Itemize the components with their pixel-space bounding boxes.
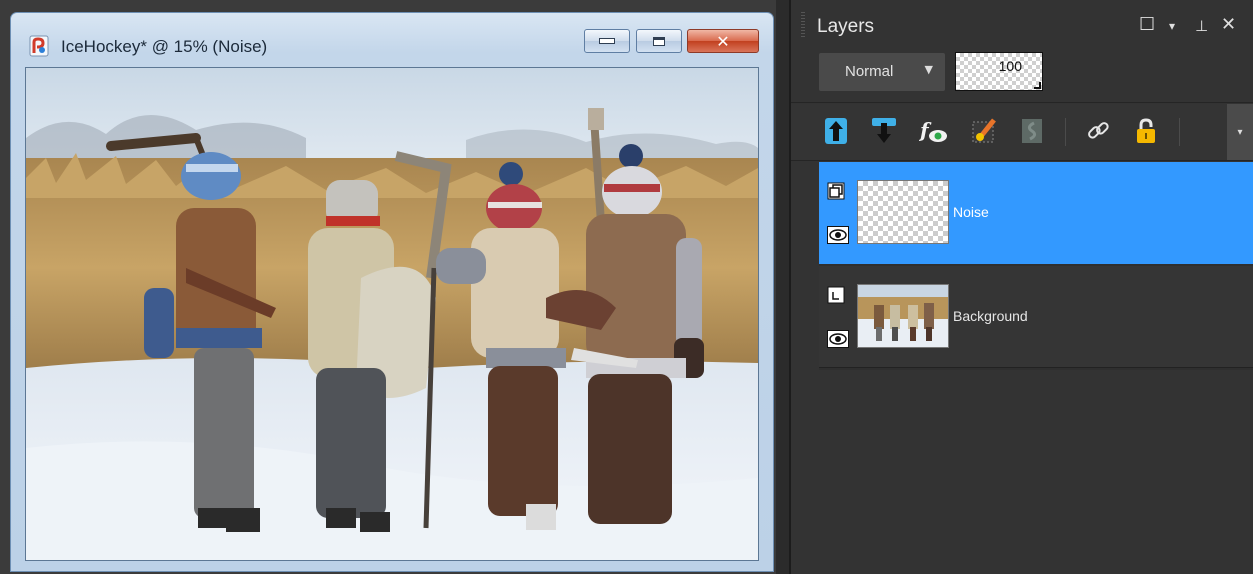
blend-mode-value: Normal — [845, 63, 894, 80]
layer-effects-icon[interactable]: f — [919, 116, 949, 146]
lock-icon[interactable] — [1131, 116, 1161, 146]
minimize-button[interactable] — [584, 29, 630, 53]
layer-name: Background — [953, 308, 1028, 324]
paintshop-app-icon — [29, 35, 49, 57]
raster-layer-icon — [827, 182, 845, 200]
layer-row-background[interactable]: Background — [819, 266, 1253, 368]
layer-row-noise[interactable]: Noise — [819, 162, 1253, 264]
layers-palette: Layers ☐ ▾ ⊥ ✕ Normal ▼ 100 f ▾ Noise Ba… — [791, 0, 1253, 574]
document-window: IceHockey* @ 15% (Noise) ✕ — [10, 12, 774, 572]
opacity-slider-handle[interactable] — [1034, 82, 1041, 89]
separator — [791, 160, 1253, 161]
document-title: IceHockey* @ 15% (Noise) — [61, 37, 268, 56]
close-icon: ✕ — [716, 31, 730, 51]
menu-arrow-icon[interactable]: ▾ — [1169, 19, 1175, 33]
restore-icon[interactable]: ☐ — [1139, 14, 1155, 35]
opacity-field[interactable]: 100 — [955, 52, 1043, 91]
separator — [791, 102, 1253, 103]
dropdown-arrow-icon: ▼ — [924, 63, 933, 76]
link-icon[interactable] — [1083, 116, 1113, 146]
mask-icon[interactable] — [1017, 116, 1047, 146]
document-titlebar[interactable]: IceHockey* @ 15% (Noise) ✕ — [11, 13, 773, 71]
move-layer-up-icon[interactable] — [821, 116, 851, 146]
layers-list: Noise Background — [819, 162, 1253, 370]
workspace-gap — [776, 0, 790, 574]
panel-close-icon[interactable]: ✕ — [1221, 14, 1236, 35]
layer-name: Noise — [953, 204, 989, 220]
opacity-value: 100 — [998, 58, 1022, 74]
background-layer-icon — [827, 286, 845, 304]
palette-grip[interactable] — [801, 12, 805, 38]
minimize-icon — [599, 38, 615, 44]
maximize-icon — [653, 36, 665, 46]
layer-thumbnail-photo — [857, 284, 949, 348]
close-button[interactable]: ✕ — [687, 29, 759, 53]
layers-panel-title: Layers — [817, 16, 875, 37]
blend-mode-dropdown[interactable]: Normal ▼ — [819, 53, 945, 91]
toolbar-divider — [1179, 118, 1180, 146]
fx-brush-icon[interactable] — [969, 116, 999, 146]
toolbar-overflow-button[interactable]: ▾ — [1227, 104, 1253, 160]
move-layer-down-icon[interactable] — [869, 116, 899, 146]
layer-thumbnail-transparent — [857, 180, 949, 244]
pin-icon[interactable]: ⊥ — [1195, 17, 1208, 35]
maximize-button[interactable] — [636, 29, 682, 53]
hockey-photo — [26, 68, 758, 560]
visibility-eye-icon[interactable] — [827, 330, 849, 348]
visibility-eye-icon[interactable] — [827, 226, 849, 244]
toolbar-divider — [1065, 118, 1066, 146]
image-canvas[interactable] — [25, 67, 759, 561]
